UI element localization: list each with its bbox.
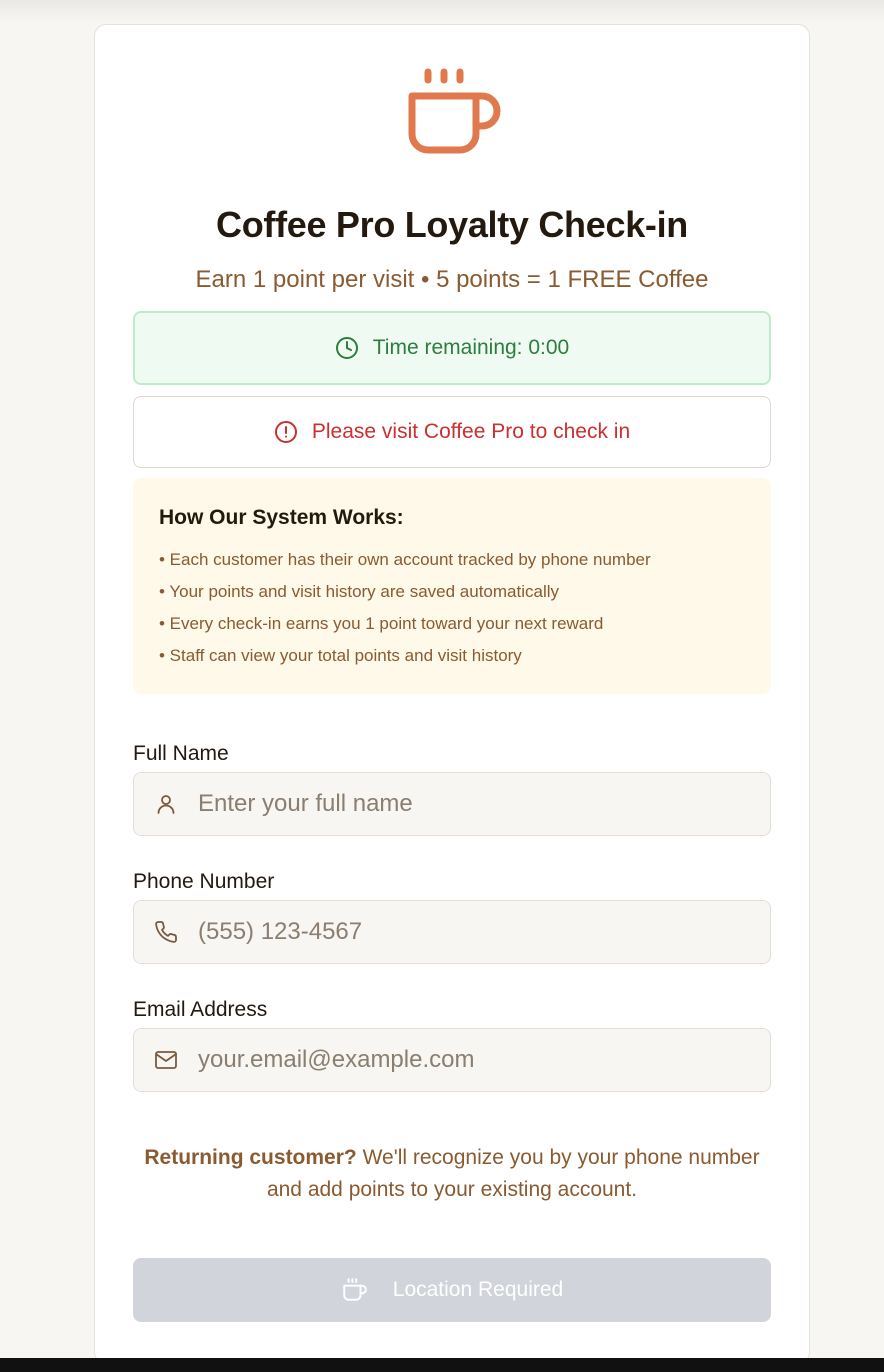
full-name-field-wrapper [133, 772, 771, 836]
coffee-cup-icon [343, 1278, 367, 1301]
info-list: • Each customer has their own account tr… [159, 544, 745, 672]
user-icon [134, 792, 198, 816]
email-address-label: Email Address [133, 998, 268, 1021]
full-name-input[interactable] [198, 790, 738, 818]
info-item: • Every check-in earns you 1 point towar… [159, 614, 604, 633]
page-subtitle: Earn 1 point per visit • 5 points = 1 FR… [195, 266, 709, 293]
mail-icon [134, 1048, 198, 1072]
phone-number-field-wrapper [133, 900, 771, 964]
full-name-label: Full Name [133, 742, 229, 765]
returning-customer-bold: Returning customer? [144, 1146, 357, 1169]
info-item: • Staff can view your total points and v… [159, 646, 522, 665]
page-title: Coffee Pro Loyalty Check-in [216, 204, 688, 245]
coffee-cup-logo-icon [408, 68, 501, 154]
phone-number-input[interactable] [198, 918, 738, 946]
time-remaining-banner: Time remaining: 0:00 [133, 311, 771, 385]
location-alert: Please visit Coffee Pro to check in [133, 396, 771, 468]
returning-customer-note: Returning customer? We'll recognize you … [133, 1142, 771, 1206]
phone-icon [134, 920, 198, 944]
alert-circle-icon [274, 421, 297, 443]
info-title: How Our System Works: [159, 506, 404, 529]
phone-number-label: Phone Number [133, 870, 275, 893]
email-address-input[interactable] [198, 1046, 738, 1074]
check-in-button-label: Location Required [392, 1278, 564, 1301]
system-info-box: How Our System Works: • Each customer ha… [133, 478, 771, 694]
email-address-field-wrapper [133, 1028, 771, 1092]
info-item: • Each customer has their own account tr… [159, 550, 651, 569]
time-remaining-text: Time remaining: 0:00 [372, 336, 570, 359]
info-item: • Your points and visit history are save… [159, 582, 559, 601]
check-in-button[interactable]: Location Required [133, 1258, 771, 1322]
location-alert-text: Please visit Coffee Pro to check in [311, 420, 631, 443]
top-shade [0, 0, 884, 22]
clock-icon [335, 337, 358, 359]
bottom-bar [0, 1358, 884, 1372]
